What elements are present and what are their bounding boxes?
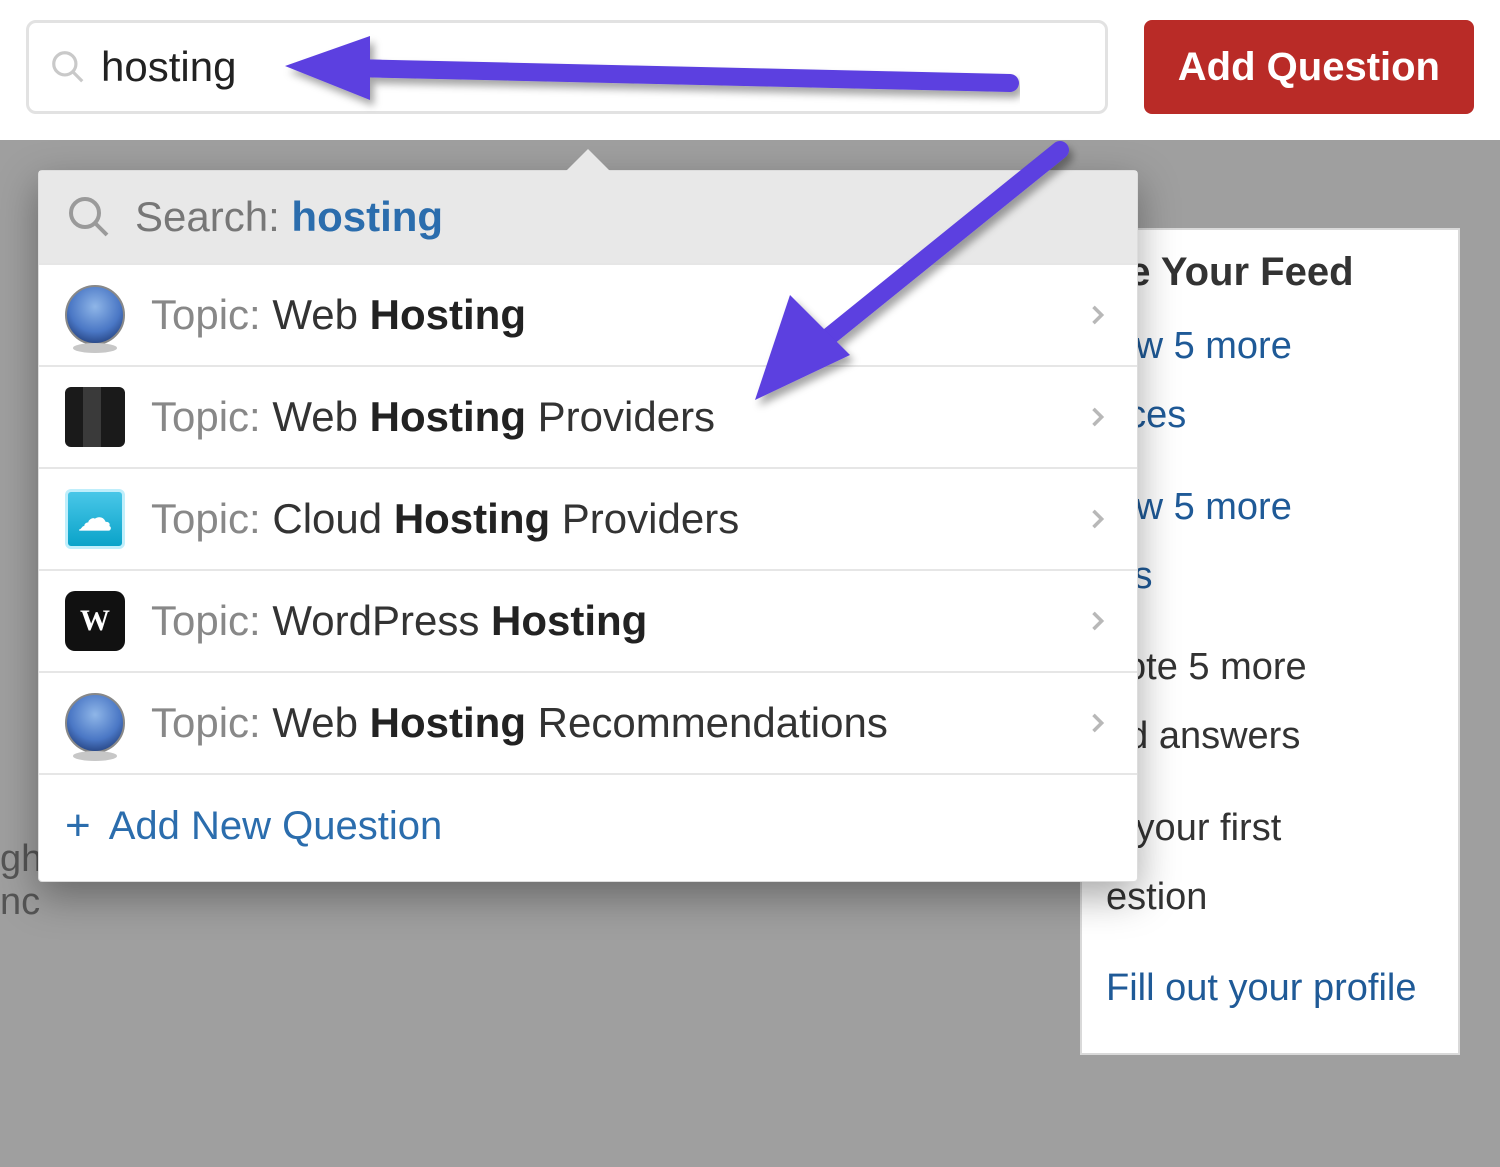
sidebar-link[interactable]: low 5 more	[1106, 482, 1434, 533]
dropdown-item-label: Topic: Cloud Hosting Providers	[151, 495, 1057, 543]
cloud-icon	[65, 489, 125, 549]
server-icon	[65, 387, 125, 447]
dropdown-topic-item[interactable]: Topic: WordPress Hosting	[39, 569, 1137, 671]
search-icon	[49, 48, 87, 86]
add-new-question-link[interactable]: + Add New Question	[39, 773, 1137, 881]
search-icon	[65, 193, 113, 241]
globe-icon	[65, 285, 125, 345]
sidebar-link[interactable]: ics	[1106, 551, 1434, 602]
sidebar-text: vote 5 more	[1106, 642, 1434, 693]
dropdown-item-label: Topic: Web Hosting Providers	[151, 393, 1057, 441]
sidebar-title: ve Your Feed	[1106, 250, 1434, 295]
chevron-right-icon	[1083, 709, 1111, 737]
search-dropdown: Search: hosting Topic: Web Hosting Topic…	[38, 170, 1138, 882]
dropdown-topic-item[interactable]: Topic: Web Hosting Recommendations	[39, 671, 1137, 773]
top-bar: Add Question	[0, 0, 1500, 138]
dropdown-topic-item[interactable]: Topic: Web Hosting Providers	[39, 365, 1137, 467]
globe-icon	[65, 693, 125, 753]
dropdown-search-label: Search: hosting	[135, 193, 443, 241]
chevron-right-icon	[1083, 403, 1111, 431]
plus-icon: +	[65, 801, 91, 851]
left-fragment: gh nc	[0, 838, 42, 924]
dropdown-topic-item[interactable]: Topic: Web Hosting	[39, 263, 1137, 365]
sidebar-link[interactable]: Fill out your profile	[1106, 963, 1434, 1014]
search-input[interactable]	[101, 43, 1085, 91]
search-field[interactable]	[26, 20, 1108, 114]
sidebar-link[interactable]: low 5 more	[1106, 321, 1434, 372]
add-new-question-label: Add New Question	[109, 804, 443, 849]
chevron-right-icon	[1083, 505, 1111, 533]
dropdown-item-label: Topic: Web Hosting Recommendations	[151, 699, 1057, 747]
dropdown-item-label: Topic: WordPress Hosting	[151, 597, 1057, 645]
sidebar-text: od answers	[1106, 711, 1434, 762]
chevron-right-icon	[1083, 301, 1111, 329]
chevron-right-icon	[1083, 607, 1111, 635]
sidebar-link[interactable]: aces	[1106, 390, 1434, 441]
dropdown-item-label: Topic: Web Hosting	[151, 291, 1057, 339]
dropdown-search-row[interactable]: Search: hosting	[39, 171, 1137, 263]
wordpress-icon	[65, 591, 125, 651]
sidebar-text: k your first	[1106, 803, 1434, 854]
add-question-button[interactable]: Add Question	[1144, 20, 1474, 114]
dropdown-topic-item[interactable]: Topic: Cloud Hosting Providers	[39, 467, 1137, 569]
sidebar-text: estion	[1106, 872, 1434, 923]
